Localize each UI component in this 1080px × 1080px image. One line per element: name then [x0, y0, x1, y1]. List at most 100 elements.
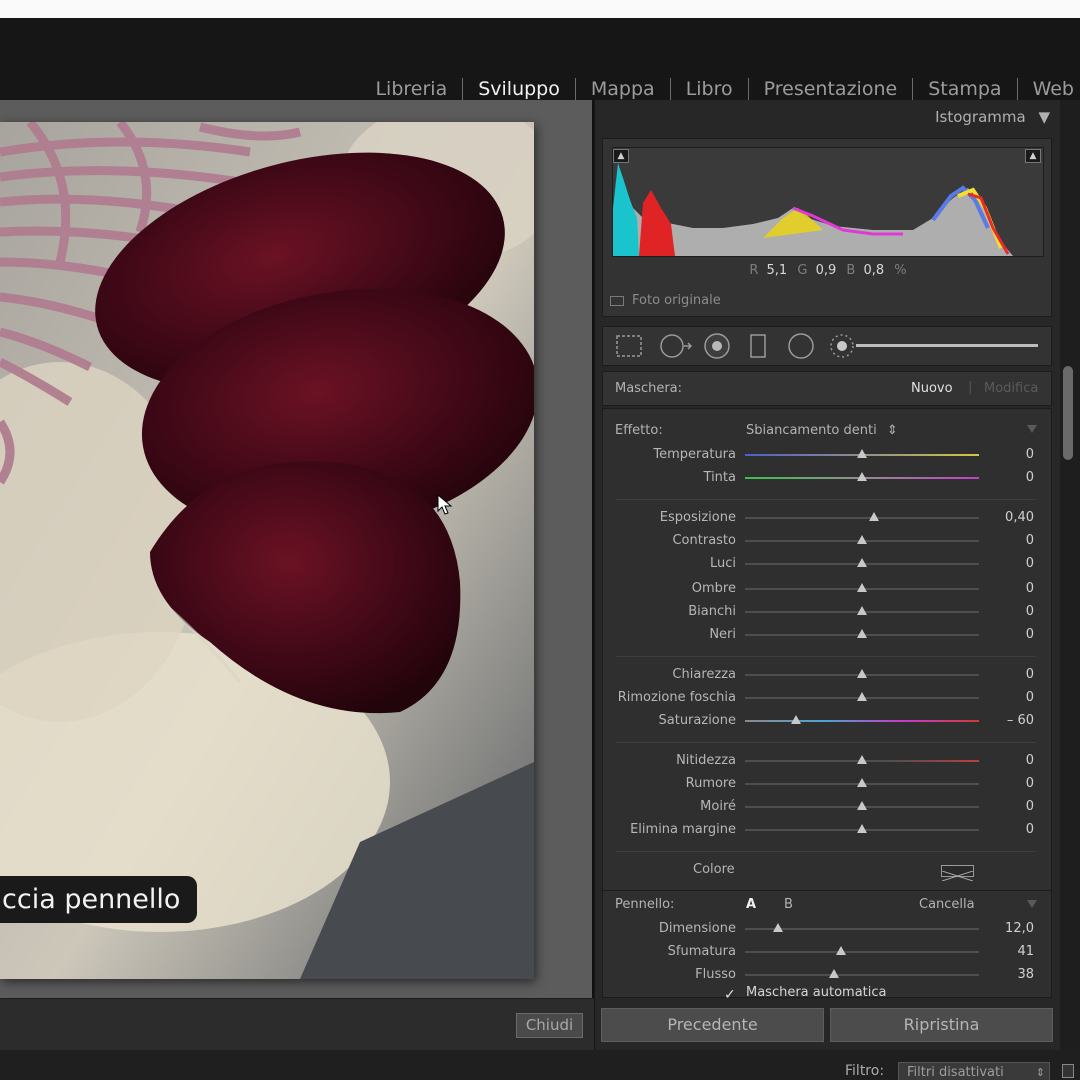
slider-value[interactable]: 0	[1026, 822, 1034, 837]
slider-track[interactable]	[745, 951, 979, 953]
module-mappa[interactable]: Mappa	[576, 76, 670, 102]
brush-slider-flusso[interactable]: Flusso 38	[602, 965, 1052, 985]
slider-value[interactable]: 0	[1026, 581, 1034, 596]
previous-button[interactable]: Precedente	[601, 1008, 824, 1042]
slider-temperatura[interactable]: Temperatura 0	[602, 445, 1052, 465]
brush-erase-tab[interactable]: Cancella	[919, 897, 975, 912]
slider-label: Bianchi	[688, 604, 736, 619]
slider-knob[interactable]	[835, 946, 846, 955]
effect-collapse-icon[interactable]	[1027, 425, 1037, 433]
slider-knob[interactable]	[857, 629, 867, 638]
crop-overlay-icon[interactable]	[615, 333, 643, 363]
highlight-clipping-icon[interactable]: ▲	[1025, 149, 1041, 163]
filter-select[interactable]: Filtri disattivati ⇕	[898, 1062, 1050, 1080]
auto-mask-checkbox[interactable]: ✓	[724, 984, 736, 1003]
slider-neri[interactable]: Neri 0	[602, 625, 1052, 645]
slider-value[interactable]: 0	[1026, 799, 1034, 814]
slider-knob[interactable]	[857, 583, 867, 592]
panel-scroll-thumb[interactable]	[1063, 366, 1073, 460]
slider-value[interactable]: 0	[1026, 556, 1034, 571]
slider-knob[interactable]	[857, 692, 867, 701]
slider-knob[interactable]	[772, 923, 783, 932]
slider-value[interactable]: 0	[1026, 627, 1034, 642]
module-libro[interactable]: Libro	[671, 76, 748, 102]
slider-knob[interactable]	[857, 606, 867, 615]
slider-ombre[interactable]: Ombre 0	[602, 579, 1052, 599]
module-web[interactable]: Web	[1018, 76, 1074, 102]
brush-slider-dimensione[interactable]: Dimensione 12,0	[602, 919, 1052, 939]
color-swatch[interactable]	[941, 865, 974, 882]
slider-value[interactable]: 0	[1026, 776, 1034, 791]
slider-track[interactable]	[745, 720, 979, 722]
slider-value[interactable]: 0	[1026, 667, 1034, 682]
slider-knob[interactable]	[857, 669, 867, 678]
adjustment-brush-icon[interactable]	[828, 333, 1040, 363]
effect-preset-dropdown[interactable]: Sbiancamento denti ⇕	[746, 423, 898, 438]
mask-new-button[interactable]: Nuovo	[911, 381, 953, 396]
slider-nitidezza[interactable]: Nitidezza 0	[602, 751, 1052, 771]
slider-value[interactable]: 0,40	[1005, 510, 1034, 525]
collapse-triangle-icon[interactable]: ▼	[1038, 108, 1050, 126]
module-presentazione[interactable]: Presentazione	[749, 76, 913, 102]
slider-value[interactable]: 41	[1017, 944, 1034, 959]
slider-knob[interactable]	[857, 778, 867, 787]
filter-lock-icon[interactable]	[1062, 1064, 1074, 1078]
slider-elimina-margine[interactable]: Elimina margine 0	[602, 820, 1052, 840]
red-eye-icon[interactable]	[703, 333, 731, 363]
module-sviluppo[interactable]: Sviluppo	[463, 76, 575, 102]
module-stampa[interactable]: Stampa	[913, 76, 1016, 102]
radial-filter-icon[interactable]	[787, 333, 815, 363]
b-label: B	[846, 263, 856, 278]
slider-value[interactable]: 0	[1026, 690, 1034, 705]
slider-contrasto[interactable]: Contrasto 0	[602, 531, 1052, 551]
module-libreria[interactable]: Libreria	[360, 76, 462, 102]
slider-knob[interactable]	[857, 558, 867, 567]
slider-track[interactable]	[745, 517, 979, 519]
histogram-graph[interactable]	[612, 147, 1044, 257]
histogram-header[interactable]: Istogramma ▼	[840, 108, 1050, 126]
slider-luci[interactable]: Luci 0	[602, 554, 1052, 574]
slider-bianchi[interactable]: Bianchi 0	[602, 602, 1052, 622]
original-photo-toggle[interactable]: Foto originale	[610, 293, 721, 308]
slider-saturazione[interactable]: Saturazione – 60	[602, 711, 1052, 731]
slider-knob[interactable]	[868, 512, 879, 521]
slider-moir-[interactable]: Moiré 0	[602, 797, 1052, 817]
mask-edit-button[interactable]: Modifica	[984, 381, 1038, 396]
slider-value[interactable]: 0	[1026, 604, 1034, 619]
slider-value[interactable]: 0	[1026, 753, 1034, 768]
slider-track[interactable]	[745, 974, 979, 976]
original-photo-checkbox[interactable]	[610, 295, 624, 306]
panel-scrollbar[interactable]	[1060, 100, 1080, 1050]
graduated-filter-icon[interactable]	[749, 333, 769, 363]
slider-knob[interactable]	[857, 472, 867, 481]
brush-b-tab[interactable]: B	[784, 897, 793, 912]
slider-value[interactable]: 0	[1026, 447, 1034, 462]
brush-collapse-icon[interactable]	[1027, 900, 1037, 908]
slider-esposizione[interactable]: Esposizione 0,40	[602, 508, 1052, 528]
slider-rumore[interactable]: Rumore 0	[602, 774, 1052, 794]
slider-value[interactable]: 0	[1026, 533, 1034, 548]
slider-rimozione-foschia[interactable]: Rimozione foschia 0	[602, 688, 1052, 708]
image-canvas[interactable]	[0, 100, 592, 998]
brush-a-tab[interactable]: A	[746, 897, 756, 912]
slider-knob[interactable]	[857, 449, 867, 458]
slider-knob[interactable]	[857, 535, 867, 544]
slider-value[interactable]: 0	[1026, 470, 1034, 485]
slider-value[interactable]: 12,0	[1005, 921, 1034, 936]
reset-button[interactable]: Ripristina	[830, 1008, 1053, 1042]
slider-value[interactable]: 38	[1017, 967, 1034, 982]
spot-removal-icon[interactable]	[658, 333, 694, 363]
slider-knob[interactable]	[857, 824, 867, 833]
slider-knob[interactable]	[857, 755, 867, 764]
close-button[interactable]: Chiudi	[516, 1013, 583, 1038]
shadow-clipping-icon[interactable]: ▲	[613, 149, 629, 163]
slider-tinta[interactable]: Tinta 0	[602, 468, 1052, 488]
brush-slider-sfumatura[interactable]: Sfumatura 41	[602, 942, 1052, 962]
slider-chiarezza[interactable]: Chiarezza 0	[602, 665, 1052, 685]
slider-knob[interactable]	[791, 715, 802, 724]
brush-tooltip-overlay: ccia pennello	[0, 876, 197, 923]
photo-beet-slices[interactable]	[0, 122, 534, 979]
slider-value[interactable]: – 60	[1007, 713, 1034, 728]
slider-knob[interactable]	[857, 801, 867, 810]
slider-knob[interactable]	[828, 969, 839, 978]
